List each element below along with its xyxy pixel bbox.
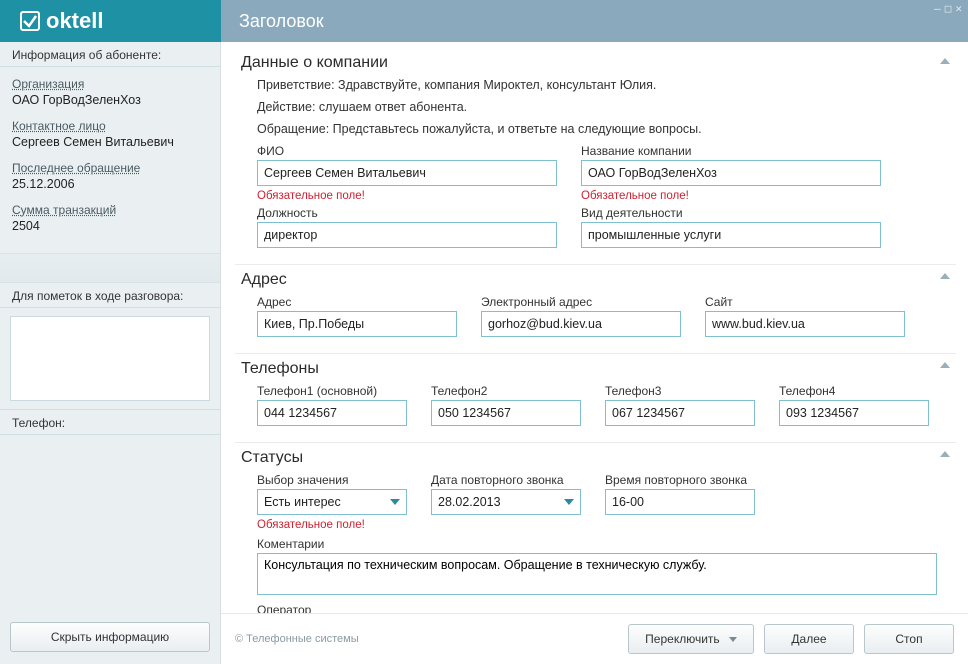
maximize-icon[interactable]: □ (945, 2, 952, 15)
addr-label: Адрес (257, 295, 457, 309)
transactions-value: 2504 (12, 219, 208, 233)
email-input[interactable] (481, 311, 681, 337)
callback-time-input[interactable] (605, 489, 755, 515)
appeal-text: Обращение: Представьтесь пожалуйста, и о… (257, 122, 952, 136)
contact-label: Контактное лицо (12, 119, 208, 133)
company-name-required: Обязательное поле! (581, 190, 689, 202)
dropdown-icon (390, 499, 400, 505)
collapse-icon[interactable] (940, 451, 950, 457)
phone3-input[interactable] (605, 400, 755, 426)
sidebar-memo-header: Для пометок в ходе разговора: (0, 283, 220, 308)
fio-required: Обязательное поле! (257, 190, 557, 202)
site-label: Сайт (705, 295, 905, 309)
transactions-label: Сумма транзакций (12, 203, 208, 217)
last-call-value: 25.12.2006 (12, 177, 208, 191)
switch-button-label: Переключить (645, 632, 719, 646)
company-name-label: Название компании (581, 144, 881, 158)
position-input[interactable] (257, 222, 557, 248)
choice-select[interactable]: Есть интерес (257, 489, 407, 515)
memo-textarea[interactable] (10, 316, 210, 401)
section-status-title: Статусы (241, 449, 952, 467)
section-company: Данные о компании Приветствие: Здравству… (235, 50, 956, 264)
dropdown-icon (564, 499, 574, 505)
phone4-input[interactable] (779, 400, 929, 426)
callback-date-label: Дата повторного звонка (431, 473, 581, 487)
callback-date-value: 28.02.2013 (438, 495, 501, 509)
collapse-icon[interactable] (940, 58, 950, 64)
addr-input[interactable] (257, 311, 457, 337)
section-phones-title: Телефоны (241, 360, 952, 378)
phone1-label: Телефон1 (основной) (257, 384, 407, 398)
greeting-text: Приветствие: Здравствуйте, компания Миро… (257, 78, 952, 92)
choice-required: Обязательное поле! (257, 519, 952, 531)
email-label: Электронный адрес (481, 295, 681, 309)
comment-label: Коментарии (257, 537, 952, 551)
close-icon[interactable]: ✕ (955, 2, 962, 15)
callback-date-select[interactable]: 28.02.2013 (431, 489, 581, 515)
main-footer: © Телефонные системы Переключить Далее С… (221, 613, 968, 664)
section-address: Адрес Адрес Электронный адрес Сайт (235, 264, 956, 353)
sidebar-info-header: Информация об абоненте: (0, 42, 220, 67)
logo-icon (20, 11, 40, 31)
window-title-text: Заголовок (239, 11, 324, 32)
position-label: Должность (257, 206, 557, 220)
section-company-title: Данные о компании (241, 54, 952, 72)
phone2-label: Телефон2 (431, 384, 581, 398)
contact-value: Сергеев Семен Витальевич (12, 135, 208, 149)
sidebar-phone-header: Телефон: (0, 410, 220, 435)
site-input[interactable] (705, 311, 905, 337)
stop-button[interactable]: Стоп (864, 624, 954, 654)
brand-logo: oktell (0, 0, 221, 42)
section-phones: Телефоны Телефон1 (основной) Телефон2 Те… (235, 353, 956, 442)
minimize-icon[interactable]: — (934, 2, 941, 15)
collapse-icon[interactable] (940, 362, 950, 368)
sidebar-spacer (0, 253, 220, 283)
phone1-input[interactable] (257, 400, 407, 426)
sidebar: Информация об абоненте: Организация ОАО … (0, 42, 221, 664)
phone2-input[interactable] (431, 400, 581, 426)
titlebar: oktell Заголовок — □ ✕ (0, 0, 968, 42)
phone4-label: Телефон4 (779, 384, 929, 398)
callback-time-label: Время повторного звонка (605, 473, 755, 487)
fio-label: ФИО (257, 144, 557, 158)
fio-input[interactable] (257, 160, 557, 186)
activity-input[interactable] (581, 222, 881, 248)
window-controls: — □ ✕ (934, 2, 962, 15)
company-name-input[interactable] (581, 160, 881, 186)
sidebar-info-body: Организация ОАО ГорВодЗеленХоз Контактно… (0, 67, 220, 253)
org-label: Организация (12, 77, 208, 91)
next-button[interactable]: Далее (764, 624, 854, 654)
comment-textarea[interactable] (257, 553, 937, 595)
last-call-label: Последнее обращение (12, 161, 208, 175)
section-address-title: Адрес (241, 271, 952, 289)
window-title-bar: Заголовок — □ ✕ (221, 0, 968, 42)
collapse-icon[interactable] (940, 273, 950, 279)
main-content: Данные о компании Приветствие: Здравству… (221, 42, 968, 664)
phone3-label: Телефон3 (605, 384, 755, 398)
action-text: Действие: слушаем ответ абонента. (257, 100, 952, 114)
choice-label: Выбор значения (257, 473, 407, 487)
dropdown-icon (729, 637, 737, 642)
choice-value: Есть интерес (264, 495, 341, 509)
copyright-text: © Телефонные системы (235, 633, 618, 645)
activity-label: Вид деятельности (581, 206, 881, 220)
brand-text: oktell (46, 8, 103, 34)
switch-button[interactable]: Переключить (628, 624, 754, 654)
hide-info-button[interactable]: Скрыть информацию (10, 622, 210, 652)
org-value: ОАО ГорВодЗеленХоз (12, 93, 208, 107)
